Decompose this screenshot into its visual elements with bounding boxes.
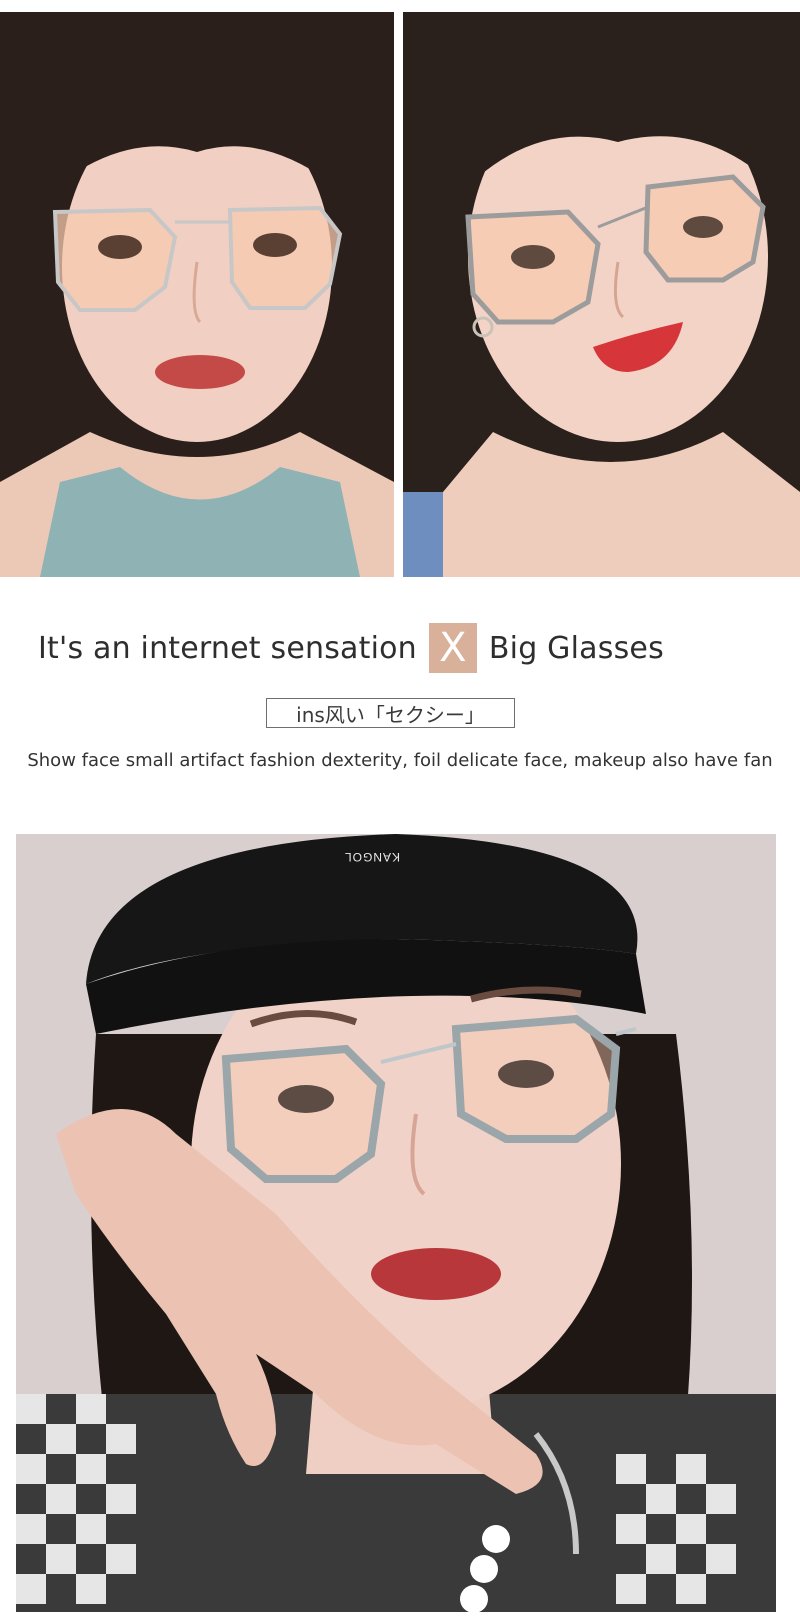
photo-model-smile (403, 12, 800, 577)
photo-model-smile-image (403, 12, 800, 577)
hat-logo-text: KANGOL (344, 850, 401, 864)
headline-x-mark: X (428, 623, 477, 673)
photo-model-hat-image (16, 834, 776, 1612)
photo-model-front (0, 12, 394, 577)
style-tag: ins风い「セクシー」 (266, 698, 515, 728)
headline-part2: Big Glasses (488, 630, 664, 666)
photo-model-front-image (0, 12, 394, 577)
headline: It's an internet sensation X Big Glasses (38, 622, 664, 674)
tagline: Show face small artifact fashion dexteri… (27, 750, 773, 771)
headline-part1: It's an internet sensation (38, 630, 417, 666)
photo-model-hat: KANGOL (16, 834, 776, 1612)
